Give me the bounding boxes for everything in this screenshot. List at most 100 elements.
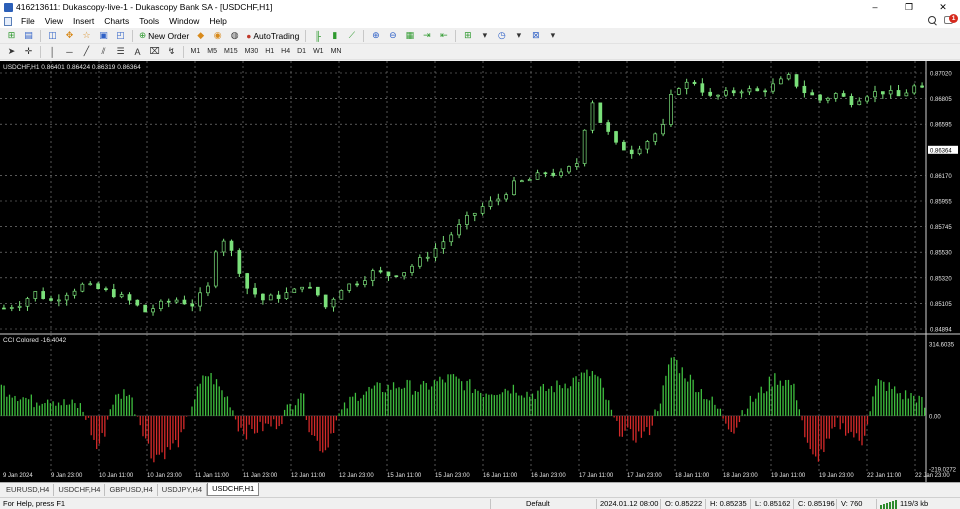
templates-dropdown-icon[interactable]: ▾ [546,29,560,42]
new-order-button[interactable]: ⊕ New Order [136,29,192,42]
tab-eurusd-h4[interactable]: EURUSD,H4 [2,484,55,496]
time-axis-label: 10 Jan 23:00 [147,473,182,479]
zoom-in-icon[interactable]: ⊕ [369,29,383,42]
zoom-out-icon[interactable]: ⊖ [386,29,400,42]
metaeditor-icon[interactable]: ◆ [194,29,208,42]
line-studies-toolbar: ➤ ✛ │ ─ ╱ ⫽ ☰ A ⌧ ↯ M1 M5 M15 M30 H1 H4 … [0,44,960,60]
candle-body [292,288,297,293]
menu-file[interactable]: File [16,14,40,28]
search-icon[interactable] [928,16,938,26]
tab-usdjpy-h4[interactable]: USDJPY,H4 [158,484,208,496]
indicators-icon[interactable]: ⊞ [461,29,475,42]
text-label-icon[interactable]: ⌧ [148,45,162,58]
status-close: C: 0.85196 [798,499,835,508]
chart-shift-icon[interactable]: ⇥ [420,29,434,42]
timeframe-mn[interactable]: MN [327,46,345,58]
candle-body [394,275,399,278]
candle-body [96,283,100,290]
timeframe-m1[interactable]: M1 [187,46,204,58]
indicators-dropdown-icon[interactable]: ▾ [478,29,492,42]
market-watch-icon[interactable]: ◫ [46,29,60,42]
data-window-icon[interactable]: ✥ [63,29,77,42]
time-axis-label: 15 Jan 11:00 [387,473,422,479]
candle-body [347,283,352,291]
timeframe-h1[interactable]: H1 [262,46,278,58]
arrows-icon[interactable]: ↯ [165,45,179,58]
timeframe-m5[interactable]: M5 [204,46,221,58]
candle-body [410,265,414,273]
timeframe-m30[interactable]: M30 [241,46,262,58]
vertical-line-icon[interactable]: │ [46,45,60,58]
minimize-button[interactable]: – [858,0,892,14]
candle-body [417,257,422,267]
candle-body [739,91,744,94]
restore-button[interactable]: ❐ [892,0,926,14]
chart-area[interactable]: 0.87020 0.86805 0.86595 0.86364 0.86170 0.859… [0,61,960,482]
menu-help[interactable]: Help [204,14,231,28]
menu-charts[interactable]: Charts [99,14,134,28]
time-axis-label: 22 Jan 23:00 [915,473,950,479]
new-chart-icon[interactable]: ⊞ [5,29,19,42]
tab-usdchf-h1[interactable]: USDCHF,H1 [207,483,260,496]
menu-insert[interactable]: Insert [68,14,99,28]
candle-body [904,92,909,97]
periods-icon[interactable]: ◷ [495,29,509,42]
autoscroll-icon[interactable]: ⇤ [437,29,451,42]
line-chart-icon[interactable]: ⟋ [345,29,359,42]
timeframe-h4[interactable]: H4 [278,46,294,58]
candle-body [402,272,406,277]
candle-body [64,294,69,301]
signals-icon[interactable]: ◍ [228,29,242,42]
tile-windows-icon[interactable]: ▦ [403,29,417,42]
autotrading-button[interactable]: ● AutoTrading [243,29,302,42]
navigator-icon[interactable]: ☆ [80,29,94,42]
market-icon[interactable]: ◉ [211,29,225,42]
cci-axis-label: 314.6035 [929,343,955,349]
time-axis-label: 12 Jan 23:00 [339,473,374,479]
periods-dropdown-icon[interactable]: ▾ [512,29,526,42]
candle-body [865,96,869,102]
candle-body [731,90,736,94]
timeframe-m15[interactable]: M15 [220,46,241,58]
candle-body [237,250,242,274]
time-axis-label: 9 Jan 23:00 [51,473,83,479]
menu-tools[interactable]: Tools [134,14,164,28]
timeframe-d1[interactable]: D1 [294,46,310,58]
notifications-icon[interactable]: 1 [944,14,958,27]
close-button[interactable]: ✕ [926,0,960,14]
horizontal-line-icon[interactable]: ─ [63,45,77,58]
tab-gbpusd-h4[interactable]: GBPUSD,H4 [105,484,158,496]
status-open: O: 0.85222 [665,499,703,508]
candle-body [637,148,642,155]
price-axis-label: 0.84894 [930,328,952,334]
candle-body [614,131,618,143]
candle-body [771,83,775,92]
candle-body [88,283,93,286]
candle-body [143,304,148,313]
fibonacci-icon[interactable]: ☰ [114,45,128,58]
equidistant-channel-icon[interactable]: ⫽ [97,45,111,58]
menu-view[interactable]: View [40,14,68,28]
candle-body [480,206,485,214]
chart-document-icon[interactable] [4,16,12,26]
terminal-icon[interactable]: ▣ [97,29,111,42]
candle-body [551,172,556,176]
strategy-tester-icon[interactable]: ◰ [114,29,128,42]
templates-icon[interactable]: ⊠ [529,29,543,42]
timeframe-w1[interactable]: W1 [310,46,328,58]
trendline-icon[interactable]: ╱ [80,45,94,58]
profiles-icon[interactable]: ▤ [22,29,36,42]
candle-body [221,240,226,253]
crosshair-icon[interactable]: ✛ [22,45,36,58]
price-chart[interactable]: 0.87020 0.86805 0.86595 0.86364 0.86170 0.859… [0,61,960,482]
cursor-icon[interactable]: ➤ [5,45,19,58]
tab-usdchf-h4[interactable]: USDCHF,H4 [54,484,106,496]
candle-body [135,299,140,306]
candle-body [755,88,760,92]
bar-chart-icon[interactable]: ╟ [311,29,325,42]
candlestick-chart-icon[interactable]: ▮ [328,29,342,42]
status-bar: For Help, press F1 Default 2024.01.12 08… [0,497,960,509]
time-axis-label: 16 Jan 23:00 [531,473,566,479]
text-tool-icon[interactable]: A [131,45,145,58]
menu-window[interactable]: Window [164,14,204,28]
